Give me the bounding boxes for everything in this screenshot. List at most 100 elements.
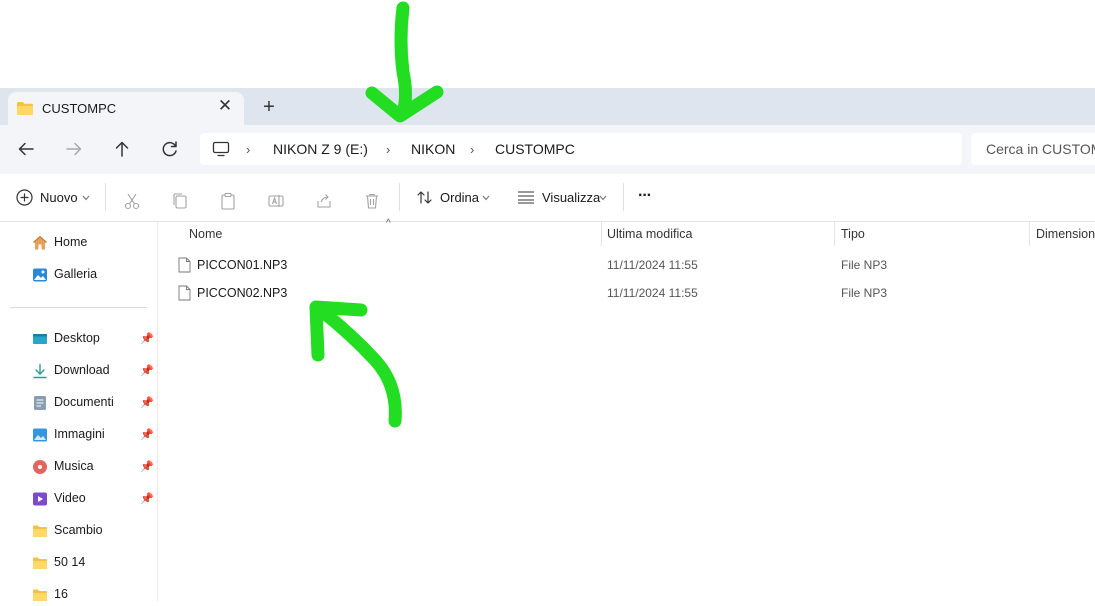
column-header-name[interactable]: Nome — [189, 227, 222, 241]
home-icon — [33, 235, 47, 250]
this-pc-icon[interactable] — [212, 141, 230, 157]
back-arrow-icon[interactable] — [14, 137, 38, 161]
view-label: Visualizza — [542, 190, 601, 205]
sort-icon — [417, 191, 432, 204]
sidebar-item-video[interactable]: Video 📌 — [32, 488, 154, 510]
rename-icon[interactable] — [267, 188, 285, 214]
file-type: File NP3 — [841, 286, 888, 300]
table-row[interactable]: PICCON01.NP3 11/11/2024 11:55 File NP3 — [158, 252, 1095, 278]
new-button[interactable]: Nuovo — [14, 184, 94, 210]
up-arrow-icon[interactable] — [110, 137, 134, 161]
gallery-icon — [33, 268, 47, 282]
share-icon[interactable] — [315, 188, 333, 214]
column-header-modified[interactable]: Ultima modifica — [607, 227, 692, 241]
sidebar-item-scambio[interactable]: Scambio — [32, 520, 154, 542]
documents-icon — [34, 396, 46, 410]
search-placeholder: Cerca in CUSTOMPC — [986, 141, 1095, 157]
cut-icon[interactable] — [123, 188, 141, 214]
sidebar-item-desktop[interactable]: Desktop 📌 — [32, 328, 154, 350]
folder-icon — [33, 557, 47, 569]
pin-icon[interactable]: 📌 — [140, 492, 154, 505]
file-name: PICCON01.NP3 — [197, 258, 288, 272]
toolbar-divider — [105, 183, 106, 211]
paste-icon[interactable] — [219, 188, 237, 214]
file-type: File NP3 — [841, 258, 888, 272]
sidebar-item-16[interactable]: 16 — [32, 584, 154, 606]
breadcrumb-drive[interactable]: NIKON Z 9 (E:) — [273, 141, 368, 157]
file-icon — [178, 257, 191, 273]
sidebar-item-label: 50 14 — [54, 555, 86, 569]
folder-icon — [17, 102, 33, 115]
column-header-type[interactable]: Tipo — [841, 227, 865, 241]
file-icon — [178, 285, 191, 301]
pictures-icon — [33, 428, 47, 442]
file-name: PICCON02.NP3 — [197, 286, 288, 300]
sort-label: Ordina — [440, 190, 480, 205]
column-header-size[interactable]: Dimensione — [1036, 227, 1095, 241]
chevron-down-icon — [482, 195, 490, 201]
command-bar: Nuovo Ordina Visualizza ··· — [0, 174, 1095, 222]
chevron-down-icon — [82, 195, 90, 201]
sidebar-item-music[interactable]: Musica 📌 — [32, 456, 154, 478]
music-icon — [33, 460, 47, 474]
toolbar-divider — [623, 183, 624, 211]
new-tab-button[interactable]: + — [258, 97, 280, 118]
table-row[interactable]: PICCON02.NP3 11/11/2024 11:55 File NP3 — [158, 280, 1095, 306]
sidebar-item-label: Download — [54, 363, 110, 377]
copy-icon[interactable] — [171, 188, 189, 214]
sidebar-item-label: Scambio — [54, 523, 103, 537]
delete-icon[interactable] — [363, 188, 381, 214]
folder-icon — [33, 525, 47, 537]
file-modified: 11/11/2024 11:55 — [607, 286, 698, 300]
file-modified: 11/11/2024 11:55 — [607, 258, 698, 272]
tab-custompc[interactable]: CUSTOMPC ✕ — [8, 92, 244, 125]
sidebar-divider — [10, 307, 147, 308]
sort-ascending-icon: ^ — [386, 218, 391, 229]
new-label: Nuovo — [40, 190, 78, 205]
view-list-icon — [518, 191, 534, 204]
pin-icon[interactable]: 📌 — [140, 396, 154, 409]
sidebar-item-home[interactable]: Home — [32, 232, 154, 254]
sidebar-item-gallery[interactable]: Galleria — [32, 264, 154, 286]
file-list: ^ Nome Ultima modifica Tipo Dimensione P… — [158, 218, 1095, 601]
sidebar-item-label: Desktop — [54, 331, 100, 345]
pin-icon[interactable]: 📌 — [140, 428, 154, 441]
breadcrumb-chevron[interactable]: › — [246, 142, 250, 157]
pin-icon[interactable]: 📌 — [140, 364, 154, 377]
chevron-down-icon — [599, 195, 607, 201]
toolbar-divider — [399, 183, 400, 211]
sidebar-item-50-14[interactable]: 50 14 — [32, 552, 154, 574]
sidebar-item-label: 16 — [54, 587, 68, 601]
sidebar-item-pictures[interactable]: Immagini 📌 — [32, 424, 154, 446]
search-input[interactable]: Cerca in CUSTOMPC — [971, 133, 1095, 165]
sidebar-item-label: Galleria — [54, 267, 98, 281]
screenshot-top-margin — [0, 0, 1095, 88]
column-divider[interactable] — [601, 222, 602, 246]
sidebar-item-label: Documenti — [54, 395, 114, 409]
breadcrumb-chevron[interactable]: › — [386, 142, 390, 157]
sort-button[interactable]: Ordina — [414, 184, 494, 210]
address-bar[interactable]: › NIKON Z 9 (E:) › NIKON › CUSTOMPC — [200, 133, 962, 165]
column-divider[interactable] — [834, 222, 835, 246]
sidebar-item-download[interactable]: Download 📌 — [32, 360, 154, 382]
sidebar-item-label: Musica — [54, 459, 94, 473]
tab-bar: CUSTOMPC ✕ + — [0, 88, 1095, 125]
close-tab-icon[interactable]: ✕ — [216, 97, 234, 115]
pin-icon[interactable]: 📌 — [140, 460, 154, 473]
forward-arrow-icon[interactable] — [62, 137, 86, 161]
sidebar-item-label: Video — [54, 491, 86, 505]
plus-circle-icon — [16, 189, 33, 206]
more-options-button[interactable]: ··· — [638, 187, 652, 205]
view-button[interactable]: Visualizza — [515, 184, 610, 210]
refresh-icon[interactable] — [158, 137, 182, 161]
video-icon — [33, 492, 47, 506]
column-divider[interactable] — [1029, 222, 1030, 246]
sidebar-item-label: Home — [54, 235, 88, 249]
download-icon — [33, 363, 47, 379]
pin-icon[interactable]: 📌 — [140, 332, 154, 345]
breadcrumb-nikon[interactable]: NIKON — [411, 141, 455, 157]
sidebar-item-documents[interactable]: Documenti 📌 — [32, 392, 154, 414]
breadcrumb-chevron[interactable]: › — [470, 142, 474, 157]
breadcrumb-custompc[interactable]: CUSTOMPC — [495, 141, 575, 157]
desktop-icon — [33, 334, 47, 344]
